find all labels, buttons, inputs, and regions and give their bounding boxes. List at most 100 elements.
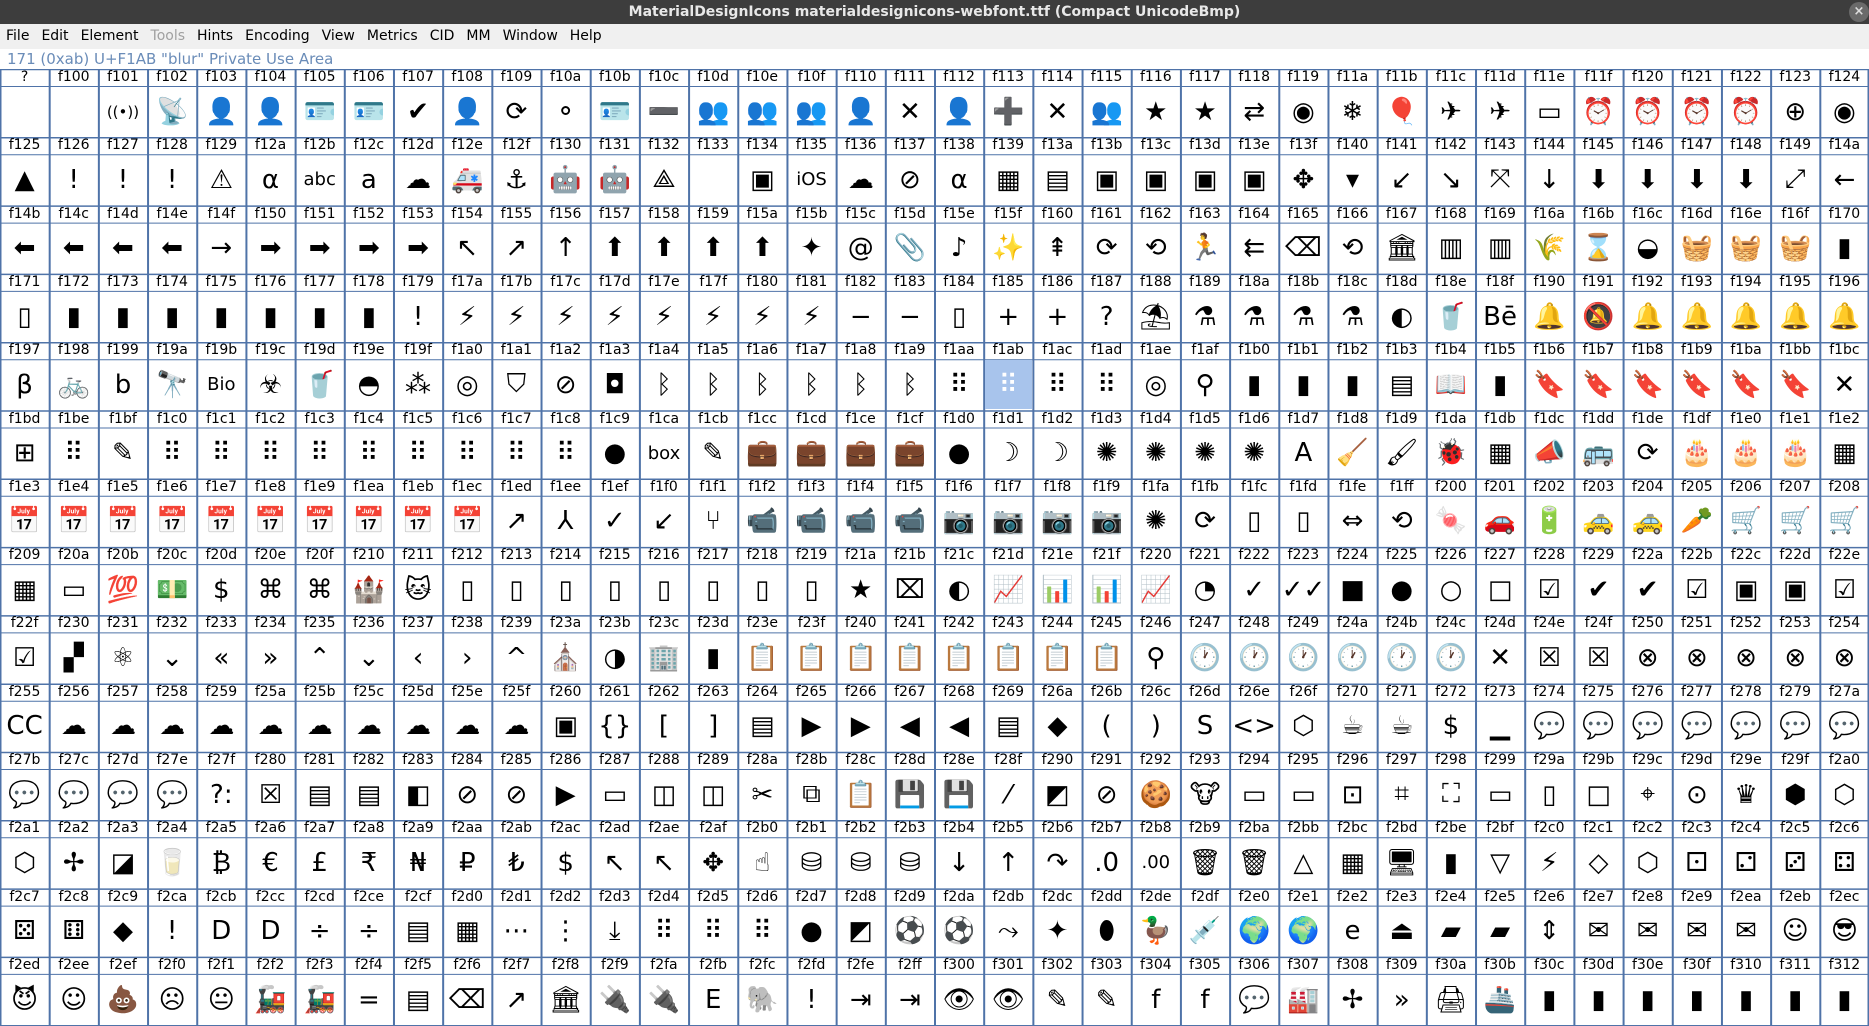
glyph-cell[interactable]: 👥: [739, 87, 786, 136]
glyph-cell[interactable]: ▭: [1231, 770, 1278, 819]
glyph-cell[interactable]: ✕: [1477, 633, 1524, 682]
glyph-cell[interactable]: ⚠: [198, 155, 245, 204]
glyph-cell[interactable]: 📊: [1034, 565, 1081, 614]
glyph-cell[interactable]: 💬: [99, 770, 146, 819]
glyph-cell[interactable]: ⬆: [591, 224, 638, 273]
glyph-cell[interactable]: ⬅: [99, 224, 146, 273]
glyph-cell[interactable]: ▮: [247, 292, 294, 341]
glyph-cell[interactable]: 🥤: [1427, 292, 1474, 341]
glyph-cell[interactable]: ▣: [1181, 155, 1228, 204]
glyph-cell[interactable]: !: [149, 907, 196, 956]
glyph-cell[interactable]: ✓✓: [1280, 565, 1327, 614]
glyph-cell[interactable]: ↓: [936, 838, 983, 887]
glyph-cell[interactable]: α: [936, 155, 983, 204]
glyph-cell[interactable]: ₽: [444, 838, 491, 887]
glyph-cell[interactable]: ‹: [394, 633, 441, 682]
glyph-cell[interactable]: 🧹: [1329, 429, 1376, 478]
glyph-cell[interactable]: ▯: [788, 565, 835, 614]
glyph-cell[interactable]: 🍪: [1132, 770, 1179, 819]
glyph-cell[interactable]: ◓: [345, 360, 392, 409]
glyph-cell[interactable]: ᛒ: [739, 360, 786, 409]
glyph-cell[interactable]: 🛒: [1821, 497, 1868, 546]
glyph-cell[interactable]: ÷: [296, 907, 343, 956]
glyph-cell[interactable]: ▮: [1477, 360, 1524, 409]
glyph-cell[interactable]: ⌧: [886, 565, 933, 614]
glyph-cell[interactable]: 🏭: [1280, 975, 1327, 1024]
glyph-cell[interactable]: ⠿: [444, 429, 491, 478]
glyph-cell[interactable]: ⁂: [394, 360, 441, 409]
glyph-cell[interactable]: ◆: [1034, 702, 1081, 751]
glyph-cell[interactable]: ⚡: [542, 292, 589, 341]
glyph-cell[interactable]: ▯: [1526, 770, 1573, 819]
glyph-cell[interactable]: 🏛: [1378, 224, 1425, 273]
glyph-cell[interactable]: 😎: [1821, 907, 1868, 956]
glyph-cell[interactable]: ✈: [1477, 87, 1524, 136]
glyph-cell[interactable]: 🔋: [1526, 497, 1573, 546]
glyph-cell[interactable]: abc: [296, 155, 343, 204]
glyph-cell[interactable]: 🔔: [1821, 292, 1868, 341]
glyph-cell[interactable]: [50, 87, 97, 136]
glyph-cell[interactable]: ✢: [1329, 975, 1376, 1024]
glyph-cell[interactable]: 🥤: [296, 360, 343, 409]
glyph-cell[interactable]: ▣: [1772, 565, 1819, 614]
glyph-cell[interactable]: ☁: [149, 702, 196, 751]
glyph-cell[interactable]: =: [345, 975, 392, 1024]
glyph-grid[interactable]: ? f100 f101 ((•)) f102 📡 f103 👤 f104 👤 f105 🪪 f106 🪪 f…: [0, 69, 1869, 1026]
glyph-cell[interactable]: ☁: [837, 155, 884, 204]
glyph-cell[interactable]: ◇: [1575, 838, 1622, 887]
glyph-cell[interactable]: 🧺: [1722, 224, 1769, 273]
glyph-cell[interactable]: ◩: [837, 907, 884, 956]
glyph-cell[interactable]: 🚂: [296, 975, 343, 1024]
glyph-cell[interactable]: ➕: [985, 87, 1032, 136]
glyph-cell[interactable]: ⊘: [493, 770, 540, 819]
glyph-cell[interactable]: ]: [690, 702, 737, 751]
glyph-cell[interactable]: ☒: [247, 770, 294, 819]
glyph-cell[interactable]: 📋: [1083, 633, 1130, 682]
glyph-cell[interactable]: ⊗: [1722, 633, 1769, 682]
glyph-cell[interactable]: 🪪: [591, 87, 638, 136]
glyph-cell[interactable]: {}: [591, 702, 638, 751]
glyph-cell[interactable]: ✕: [1821, 360, 1868, 409]
glyph-cell[interactable]: ⚡: [788, 292, 835, 341]
glyph-cell[interactable]: ⚗: [1329, 292, 1376, 341]
glyph-cell[interactable]: 🦆: [1132, 907, 1179, 956]
glyph-cell[interactable]: ▮: [1772, 975, 1819, 1024]
glyph-cell[interactable]: E: [690, 975, 737, 1024]
glyph-cell[interactable]: 🚑: [444, 155, 491, 204]
glyph-cell[interactable]: ÷: [345, 907, 392, 956]
glyph-cell[interactable]: 💬: [1722, 702, 1769, 751]
glyph-cell[interactable]: ▯: [591, 565, 638, 614]
glyph-cell[interactable]: ▦: [985, 155, 1032, 204]
glyph-cell[interactable]: ⬢: [1772, 770, 1819, 819]
glyph-cell[interactable]: ✺: [1083, 429, 1130, 478]
glyph-cell[interactable]: ⠿: [149, 429, 196, 478]
glyph-cell[interactable]: 📹: [886, 497, 933, 546]
glyph-cell[interactable]: 🔔: [1673, 292, 1720, 341]
glyph-cell[interactable]: ✉: [1575, 907, 1622, 956]
glyph-cell[interactable]: ⌘: [296, 565, 343, 614]
glyph-cell[interactable]: ▣: [739, 155, 786, 204]
glyph-cell[interactable]: 📅: [247, 497, 294, 546]
glyph-cell[interactable]: !: [50, 155, 97, 204]
glyph-cell[interactable]: ⚲: [1181, 360, 1228, 409]
glyph-cell[interactable]: ⏏: [1378, 907, 1425, 956]
glyph-cell[interactable]: ↑: [985, 838, 1032, 887]
glyph-cell[interactable]: 📅: [345, 497, 392, 546]
glyph-cell[interactable]: ⠿: [690, 907, 737, 956]
glyph-cell[interactable]: Bio: [198, 360, 245, 409]
glyph-cell[interactable]: ⚀: [1673, 838, 1720, 887]
glyph-cell[interactable]: ⠿: [936, 360, 983, 409]
glyph-cell[interactable]: 😐: [198, 975, 245, 1024]
glyph-cell[interactable]: ☁: [394, 702, 441, 751]
glyph-cell[interactable]: ⊗: [1624, 633, 1671, 682]
glyph-cell[interactable]: ✨: [985, 224, 1032, 273]
glyph-cell[interactable]: 🌾: [1526, 224, 1573, 273]
glyph-cell[interactable]: ⠿: [198, 429, 245, 478]
glyph-cell[interactable]: ▾: [1329, 155, 1376, 204]
glyph-cell[interactable]: ▮: [1821, 224, 1868, 273]
glyph-cell[interactable]: ⁄: [985, 770, 1032, 819]
menu-element[interactable]: Element: [75, 24, 145, 49]
glyph-cell[interactable]: ⟲: [1329, 224, 1376, 273]
glyph-cell[interactable]: 🥕: [1673, 497, 1720, 546]
glyph-cell[interactable]: ⛁: [837, 838, 884, 887]
